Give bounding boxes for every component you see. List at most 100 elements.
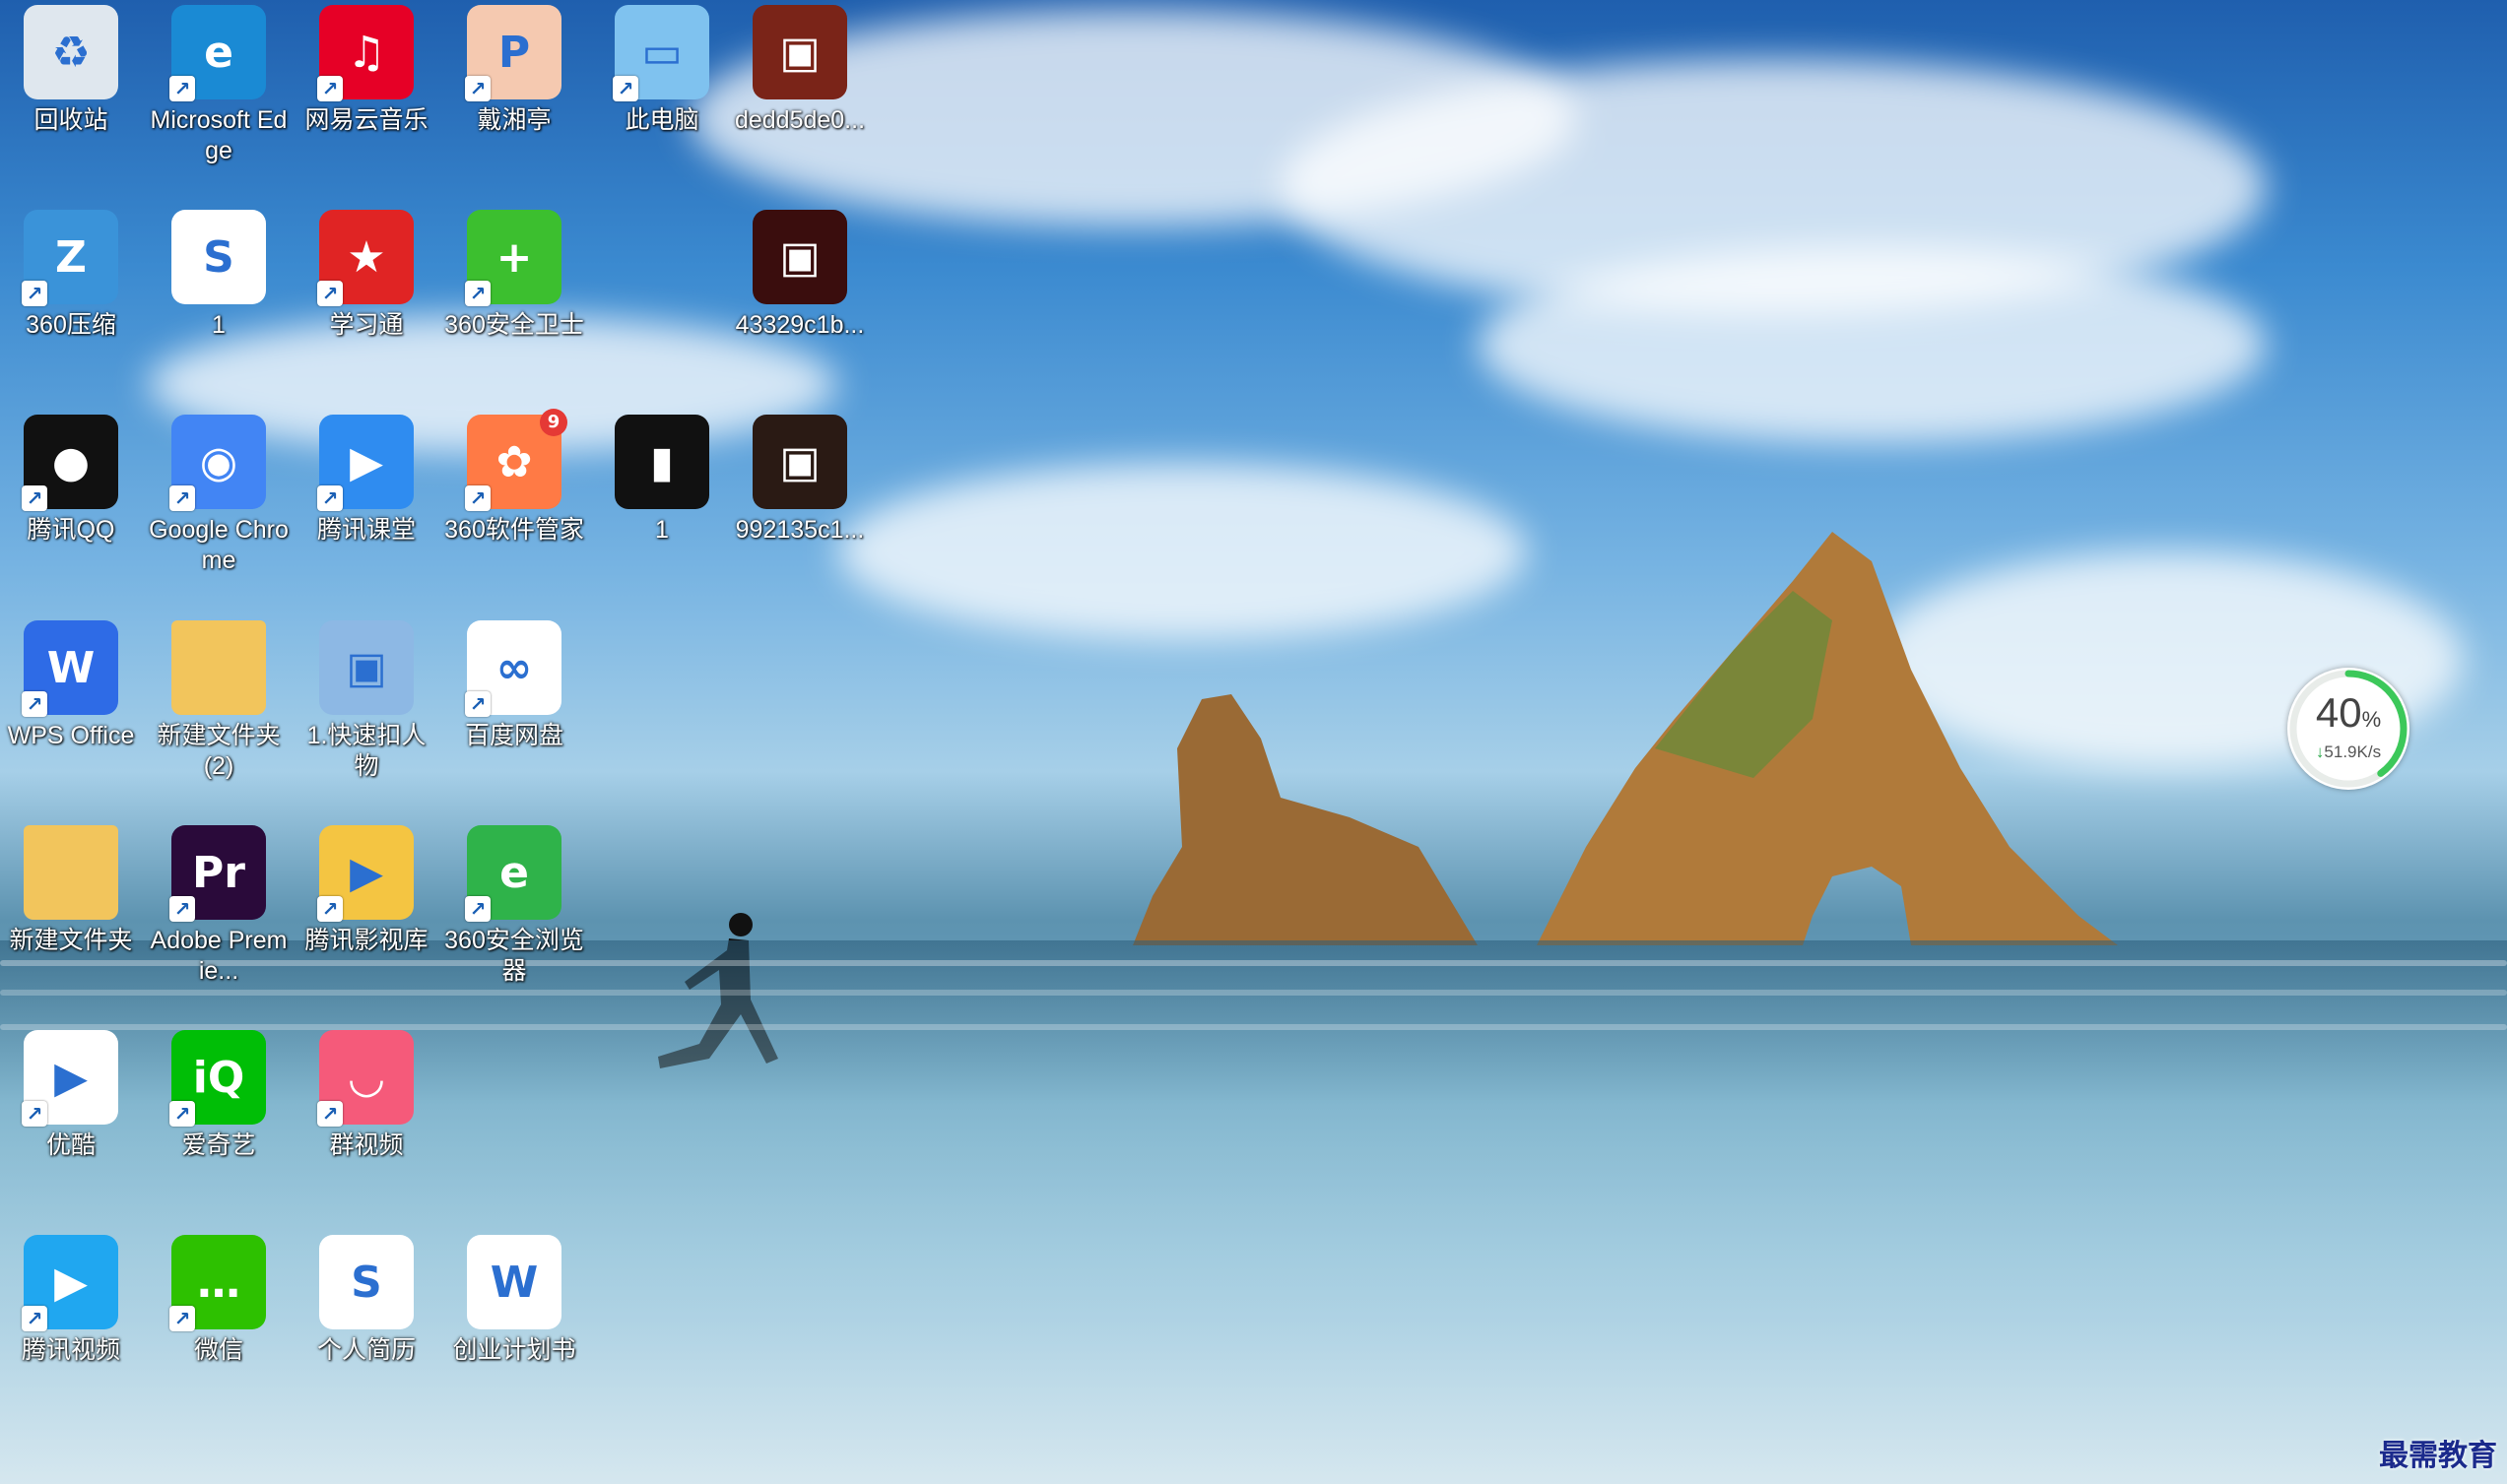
desktop-icon[interactable]: ▶ ↗ 腾讯课堂 xyxy=(296,415,437,546)
desktop-icon-label: 1 xyxy=(212,311,226,339)
zip-360-icon: Z ↗ xyxy=(22,210,118,306)
360-browser-icon: e ↗ xyxy=(465,825,561,922)
tencent-video-library-icon: ▶ ↗ xyxy=(317,825,414,922)
desktop-icon-label: 腾讯QQ xyxy=(27,516,115,544)
360-software-manager-icon: ✿ 9 ↗ xyxy=(465,409,567,511)
wave xyxy=(0,960,2507,966)
rate-readout: ↓51.9K/s xyxy=(2315,742,2382,761)
desktop-icon-label: 百度网盘 xyxy=(464,722,563,749)
shortcut-arrow-icon: ↗ xyxy=(22,1101,47,1127)
desktop-icon[interactable]: Pr ↗ Adobe Premie... xyxy=(148,825,290,987)
desktop-icon[interactable]: ♫ ↗ 网易云音乐 xyxy=(296,5,437,136)
video-file-icon: ▮ xyxy=(615,415,709,509)
desktop-icon[interactable]: ▭ ↗ 此电脑 xyxy=(591,5,733,136)
desktop-icon-label: Adobe Premie... xyxy=(150,927,288,985)
desktop-icon[interactable]: S 个人简历 xyxy=(296,1235,437,1366)
recycle-bin-icon: ♻ xyxy=(24,5,118,99)
desktop-icon-label: 爱奇艺 xyxy=(181,1131,256,1159)
desktop-icon-label: 优酷 xyxy=(45,1131,96,1159)
shortcut-arrow-icon: ↗ xyxy=(22,691,47,717)
chrome-icon: ◉ ↗ xyxy=(169,415,266,511)
shortcut-arrow-icon: ↗ xyxy=(465,76,491,101)
desktop-icon[interactable]: 新建文件夹 xyxy=(0,825,142,956)
desktop-icon-label: 360安全卫士 xyxy=(444,311,584,339)
desktop-icon-label: Microsoft Edge xyxy=(150,106,288,164)
image-file-icon: ▣ xyxy=(753,5,847,99)
shortcut-arrow-icon: ↗ xyxy=(317,1101,343,1127)
desktop-icon-label: dedd5de0... xyxy=(734,106,866,134)
desktop-icon[interactable]: iQ ↗ 爱奇艺 xyxy=(148,1030,290,1161)
desktop-icon[interactable]: ▣ dedd5de0... xyxy=(729,5,871,136)
desktop-icon-label: Google Chrome xyxy=(149,516,289,574)
desktop-icon[interactable]: ◉ ↗ Google Chrome xyxy=(148,415,290,576)
pdf-file-icon: P ↗ xyxy=(465,5,561,101)
desktop-icon[interactable]: ▣ 1.快速扣人物 xyxy=(296,620,437,782)
qq-penguin-icon: ● ↗ xyxy=(22,415,118,511)
netease-music-icon: ♫ ↗ xyxy=(317,5,414,101)
desktop-icon[interactable]: e ↗ 360安全浏览器 xyxy=(443,825,585,987)
shortcut-arrow-icon: ↗ xyxy=(613,76,638,101)
desktop-icon[interactable]: P ↗ 戴湘亭 xyxy=(443,5,585,136)
desktop-icon-label: WPS Office xyxy=(7,722,135,749)
desktop-icon[interactable]: Z ↗ 360压缩 xyxy=(0,210,142,341)
desktop-icon-label: 学习通 xyxy=(329,311,404,339)
desktop-icon-label: 腾讯视频 xyxy=(21,1336,120,1364)
desktop-icon[interactable]: e ↗ Microsoft Edge xyxy=(148,5,290,166)
desktop-icon[interactable]: W 创业计划书 xyxy=(443,1235,585,1366)
desktop-icon[interactable]: … ↗ 微信 xyxy=(148,1235,290,1366)
sea-rocks xyxy=(1133,532,2118,945)
word-file-icon: W xyxy=(467,1235,561,1329)
shortcut-arrow-icon: ↗ xyxy=(169,76,195,101)
folder-icon xyxy=(24,825,118,920)
sea-water xyxy=(0,940,2507,1484)
shortcut-arrow-icon: ↗ xyxy=(317,76,343,101)
desktop-icon-label: 网易云音乐 xyxy=(304,106,429,134)
xuexitong-icon: ★ ↗ xyxy=(317,210,414,306)
desktop-icon[interactable]: W ↗ WPS Office xyxy=(0,620,142,751)
desktop-icon[interactable]: S1 xyxy=(148,210,290,341)
desktop-icon[interactable]: ♻ 回收站 xyxy=(0,5,142,136)
baidu-netdisk-icon: ∞ ↗ xyxy=(465,620,561,717)
desktop-icon-label: 360安全浏览器 xyxy=(444,927,584,985)
desktop-icon[interactable]: 新建文件夹 (2) xyxy=(148,620,290,782)
shortcut-arrow-icon: ↗ xyxy=(169,896,195,922)
desktop-icon-label: 43329c1b... xyxy=(735,311,865,339)
desktop-icon[interactable]: ✿ 9 ↗ 360软件管家 xyxy=(443,409,585,546)
watermark: 最需教育 xyxy=(2379,1439,2497,1473)
desktop-icon-label: 1 xyxy=(655,516,669,544)
desktop-icon-label: 腾讯影视库 xyxy=(304,927,429,954)
shortcut-arrow-icon: ↗ xyxy=(317,485,343,511)
shortcut-arrow-icon: ↗ xyxy=(169,485,195,511)
desktop-icon[interactable]: ● ↗ 腾讯QQ xyxy=(0,415,142,546)
edge-icon: e ↗ xyxy=(169,5,266,101)
desktop-icon[interactable]: ▶ ↗ 腾讯视频 xyxy=(0,1235,142,1366)
desktop-icon[interactable]: ★ ↗ 学习通 xyxy=(296,210,437,341)
desktop-icon-label: 创业计划书 xyxy=(452,1336,576,1364)
wechat-icon: … ↗ xyxy=(169,1235,266,1331)
shortcut-arrow-icon: ↗ xyxy=(169,1101,195,1127)
tencent-video-icon: ▶ ↗ xyxy=(22,1235,118,1331)
shortcut-arrow-icon: ↗ xyxy=(465,896,491,922)
desktop-icon-label: 群视频 xyxy=(329,1131,404,1159)
desktop-icon[interactable]: ◡ ↗ 群视频 xyxy=(296,1030,437,1161)
spreadsheet-file-icon: S xyxy=(319,1235,414,1329)
desktop-icon-label: 微信 xyxy=(193,1336,243,1364)
desktop-icon-label: 360压缩 xyxy=(26,311,116,339)
desktop-icon[interactable]: ▣ 43329c1b... xyxy=(729,210,871,341)
notification-badge: 9 xyxy=(540,409,567,436)
desktop-icon[interactable]: ▣ 992135c1... xyxy=(729,415,871,546)
desktop-icon[interactable]: ▶ ↗ 腾讯影视库 xyxy=(296,825,437,956)
network-speed-widget[interactable]: 40% ↓51.9K/s xyxy=(2287,668,2409,790)
360-security-icon: + ↗ xyxy=(465,210,561,306)
desktop-icon-label: 992135c1... xyxy=(735,516,865,544)
youku-icon: ▶ ↗ xyxy=(22,1030,118,1127)
desktop-icon-label: 回收站 xyxy=(33,106,108,134)
desktop-icon[interactable]: ∞ ↗ 百度网盘 xyxy=(443,620,585,751)
desktop-icon-label: 新建文件夹 xyxy=(9,927,133,954)
desktop-icon-label: 新建文件夹 (2) xyxy=(157,722,281,780)
desktop-icon[interactable]: ▶ ↗ 优酷 xyxy=(0,1030,142,1161)
desktop-icon[interactable]: + ↗ 360安全卫士 xyxy=(443,210,585,341)
desktop-icon[interactable]: ▮ 1 xyxy=(591,415,733,546)
desktop-icon-label: 个人简历 xyxy=(316,1336,416,1364)
desktop-icon-label: 此电脑 xyxy=(625,106,699,134)
